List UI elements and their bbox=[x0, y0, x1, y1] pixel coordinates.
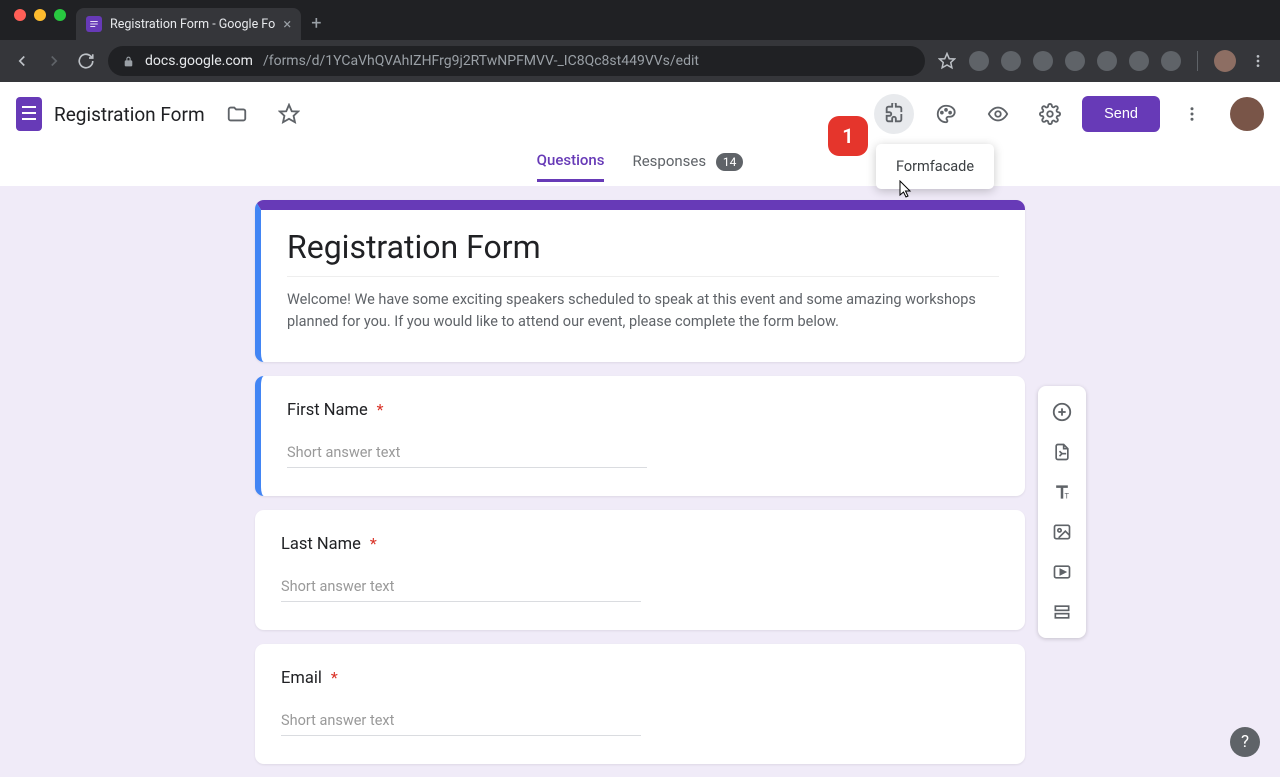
mac-maximize-icon[interactable] bbox=[54, 9, 66, 21]
tab-responses[interactable]: Responses 14 bbox=[632, 152, 743, 180]
svg-text:T: T bbox=[1065, 492, 1070, 501]
mac-minimize-icon[interactable] bbox=[34, 9, 46, 21]
mac-close-icon[interactable] bbox=[14, 9, 26, 21]
question-card[interactable]: First Name * Short answer text bbox=[255, 376, 1025, 496]
send-button[interactable]: Send bbox=[1082, 96, 1160, 132]
more-menu-button[interactable] bbox=[1172, 94, 1212, 134]
back-button[interactable] bbox=[12, 51, 32, 71]
address-bar: docs.google.com/forms/d/1YCaVhQVAhIZHFrg… bbox=[0, 40, 1280, 82]
tab-questions[interactable]: Questions bbox=[537, 151, 605, 182]
extension-icon[interactable] bbox=[1065, 51, 1085, 71]
answer-placeholder: Short answer text bbox=[287, 444, 647, 468]
form-canvas: Registration Form Welcome! We have some … bbox=[0, 186, 1280, 777]
answer-placeholder: Short answer text bbox=[281, 712, 641, 736]
preview-button[interactable] bbox=[978, 94, 1018, 134]
extension-icon[interactable] bbox=[1001, 51, 1021, 71]
form-header-card[interactable]: Registration Form Welcome! We have some … bbox=[255, 200, 1025, 362]
form-description[interactable]: Welcome! We have some exciting speakers … bbox=[287, 276, 999, 334]
required-star-icon: * bbox=[331, 668, 338, 687]
question-card[interactable]: Last Name * Short answer text bbox=[255, 510, 1025, 630]
add-title-button[interactable]: T bbox=[1038, 472, 1086, 512]
forms-logo-icon[interactable] bbox=[16, 97, 42, 131]
add-image-button[interactable] bbox=[1038, 512, 1086, 552]
extensions-row bbox=[969, 50, 1268, 72]
extension-icon[interactable] bbox=[1097, 51, 1117, 71]
required-star-icon: * bbox=[377, 400, 384, 419]
extension-icon[interactable] bbox=[969, 51, 989, 71]
tab-close-icon[interactable]: × bbox=[283, 15, 291, 33]
theme-button[interactable] bbox=[926, 94, 966, 134]
browser-tab[interactable]: Registration Form - Google Fo × bbox=[76, 8, 301, 40]
question-label[interactable]: Email bbox=[281, 669, 322, 688]
star-button[interactable] bbox=[269, 94, 309, 134]
help-button[interactable]: ? bbox=[1230, 727, 1260, 757]
tab-strip: Registration Form - Google Fo × + bbox=[0, 0, 1280, 40]
forward-button[interactable] bbox=[44, 51, 64, 71]
required-star-icon: * bbox=[370, 534, 377, 553]
app-header: Registration Form Send bbox=[0, 82, 1280, 146]
question-label[interactable]: Last Name bbox=[281, 535, 361, 554]
omnibox[interactable]: docs.google.com/forms/d/1YCaVhQVAhIZHFrg… bbox=[108, 46, 925, 76]
responses-count-badge: 14 bbox=[716, 153, 744, 171]
question-label[interactable]: First Name bbox=[287, 401, 368, 420]
add-video-button[interactable] bbox=[1038, 552, 1086, 592]
form-title[interactable]: Registration Form bbox=[287, 228, 999, 266]
chrome-menu-icon[interactable] bbox=[1248, 51, 1268, 71]
extension-icon[interactable] bbox=[1033, 51, 1053, 71]
separator bbox=[1197, 51, 1198, 71]
tab-responses-label: Responses bbox=[632, 152, 706, 170]
account-avatar[interactable] bbox=[1230, 97, 1264, 131]
add-section-button[interactable] bbox=[1038, 592, 1086, 632]
extension-icon[interactable] bbox=[1129, 51, 1149, 71]
tab-title: Registration Form - Google Fo bbox=[110, 17, 275, 32]
import-questions-button[interactable] bbox=[1038, 432, 1086, 472]
side-toolbar: T bbox=[1038, 386, 1086, 638]
addon-popover-formfacade[interactable]: Formfacade bbox=[876, 144, 994, 189]
bookmark-star-icon[interactable] bbox=[937, 51, 957, 71]
url-path: /forms/d/1YCaVhQVAhIZHFrg9j2RTwNPFMVV-_I… bbox=[263, 53, 699, 69]
addon-name-label: Formfacade bbox=[896, 158, 974, 175]
browser-chrome: Registration Form - Google Fo × + docs.g… bbox=[0, 0, 1280, 82]
lock-icon bbox=[122, 55, 135, 68]
mac-window-controls bbox=[8, 9, 76, 31]
reload-button[interactable] bbox=[76, 51, 96, 71]
annotation-badge-1: 1 bbox=[828, 116, 868, 156]
addons-button[interactable] bbox=[874, 94, 914, 134]
answer-placeholder: Short answer text bbox=[281, 578, 641, 602]
new-tab-button[interactable]: + bbox=[301, 7, 331, 40]
question-card[interactable]: Email * Short answer text bbox=[255, 644, 1025, 764]
add-question-button[interactable] bbox=[1038, 392, 1086, 432]
extension-icon[interactable] bbox=[1161, 51, 1181, 71]
move-to-folder-button[interactable] bbox=[217, 94, 257, 134]
chrome-profile-avatar[interactable] bbox=[1214, 50, 1236, 72]
settings-button[interactable] bbox=[1030, 94, 1070, 134]
forms-favicon-icon bbox=[86, 16, 102, 32]
doc-tabs: Questions Responses 14 bbox=[0, 146, 1280, 186]
doc-title[interactable]: Registration Form bbox=[54, 103, 205, 126]
url-host: docs.google.com bbox=[145, 53, 253, 69]
